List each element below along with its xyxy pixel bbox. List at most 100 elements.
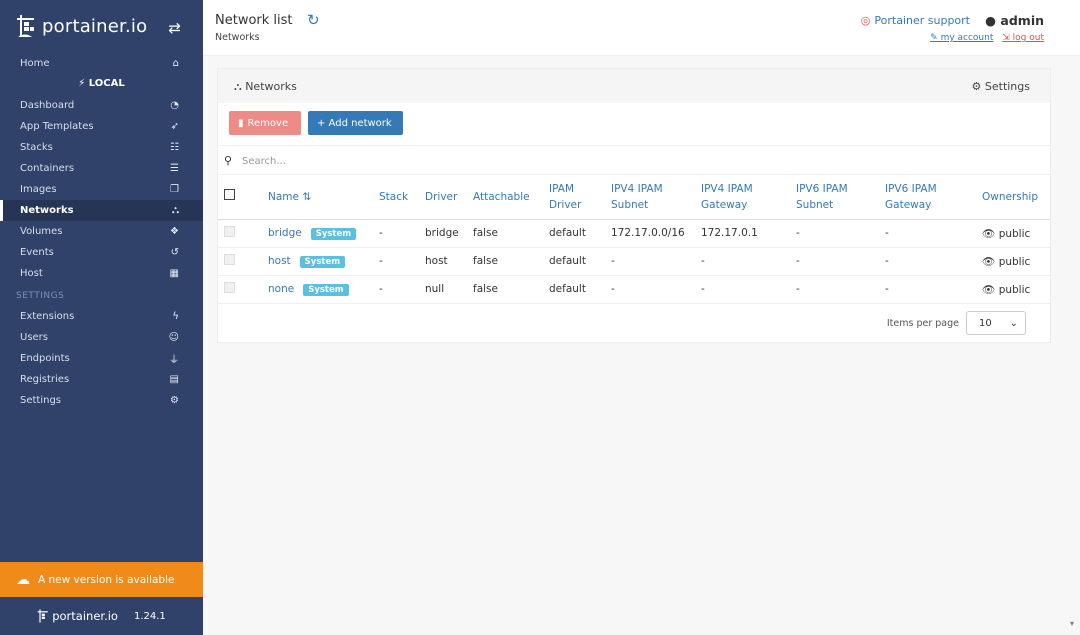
sitemap-icon: ⛬ [172,205,179,216]
row-checkbox[interactable] [224,282,235,293]
sidebar-item-users[interactable]: Users ☺ [0,327,203,348]
ipam-driver-cell: default [545,247,607,276]
row-select-cell [218,219,264,248]
search-bar: ⚲ [218,145,1050,175]
name-cell: bridge System [264,219,375,248]
brand-logo[interactable]: portainer.io ⇄ [0,0,203,52]
cogs-icon: ⚙ [170,395,179,406]
ipv4-subnet-cell: - [607,275,697,304]
server-icon: ☰ [170,163,179,174]
col-header-attachable[interactable]: Attachable [469,175,545,220]
items-per-page-select[interactable]: 10 ⌄ [966,311,1026,335]
chevron-down-icon: ⌄ [1009,317,1018,329]
trash-icon: ▮ [238,117,244,129]
sidebar-item-containers[interactable]: Containers ☰ [0,158,203,179]
eye-icon: 👁 [982,255,996,268]
rocket-icon: ➶ [170,121,179,132]
sidebar-item-label: Dashboard [20,100,75,111]
col-header-stack[interactable]: Stack [375,175,421,220]
cubes-icon: ❖ [170,226,179,237]
col-header-ownership[interactable]: Ownership [978,175,1050,220]
attachable-cell: false [469,247,545,276]
sidebar-item-host[interactable]: Host ▦ [0,263,203,284]
ipv6-subnet-cell: - [792,219,881,248]
col-header-ipv6-gateway[interactable]: IPV6 IPAM Gateway [881,175,978,220]
system-badge: System [303,283,349,296]
network-name-link[interactable]: none [268,283,294,295]
driver-cell: bridge [421,219,469,248]
sidebar-item-app-templates[interactable]: App Templates ➶ [0,116,203,137]
scroll-down-arrow-icon[interactable]: ▾ [1070,619,1074,628]
network-name-link[interactable]: bridge [268,227,302,239]
row-checkbox[interactable] [224,226,235,237]
remove-button[interactable]: ▮ Remove [229,111,301,135]
sidebar-footer: portainer.io 1.24.1 [0,597,203,635]
update-notice[interactable]: ☁ A new version is available [0,562,203,597]
networks-table: Name ⇅ Stack Driver Attachable IPAM Driv… [218,175,1050,304]
col-header-ipam-driver[interactable]: IPAM Driver [545,175,607,220]
col-header-ipv6-subnet[interactable]: IPV6 IPAM Subnet [792,175,881,220]
sidebar-item-label: Endpoints [20,353,70,364]
network-name-link[interactable]: host [268,255,291,267]
database-icon: ▤ [169,374,179,385]
sidebar-item-endpoints[interactable]: Endpoints ⏚ [0,348,203,369]
refresh-icon[interactable]: ↻ [307,11,320,29]
sidebar-item-home[interactable]: Home ⌂ [0,53,203,74]
sidebar-item-networks[interactable]: Networks ⛬ [0,200,203,221]
gear-icon: ⚙ [971,80,982,93]
sidebar-item-label: Home [20,58,50,69]
col-header-ipv4-subnet[interactable]: IPV4 IPAM Subnet [607,175,697,220]
log-out-link[interactable]: ⇲ log out [1002,33,1044,43]
user-circle-icon: ● [985,13,997,28]
table-row: host System - host false default - - - - … [218,247,1050,276]
sidebar-item-label: Host [20,268,43,279]
sidebar-item-dashboard[interactable]: Dashboard ◔ [0,95,203,116]
user-name: ● admin [985,13,1044,28]
search-input[interactable] [242,152,642,170]
sort-icon: ⇅ [302,190,312,203]
settings-header: SETTINGS [16,291,65,301]
stack-cell: - [375,219,421,248]
sidebar-item-stacks[interactable]: Stacks ☷ [0,137,203,158]
ipv4-gateway-cell: - [697,275,792,304]
panel-header: ⛬ Networks ⚙ Settings [218,69,1050,103]
my-account-link[interactable]: ✎ my account [930,33,993,43]
sidebar-item-label: Stacks [20,142,53,153]
ipam-driver-cell: default [545,219,607,248]
portainer-logo-icon [17,15,34,37]
ipv4-gateway-cell: 172.17.0.1 [697,219,792,248]
top-header: Network list ↻ Networks ◎ Portainer suppo… [203,0,1080,56]
pagination-control: Items per page 10 ⌄ [887,311,1026,335]
sidebar-item-label: Extensions [20,311,75,322]
sidebar-item-events[interactable]: Events ↺ [0,242,203,263]
table-settings-button[interactable]: ⚙ Settings [972,80,1031,93]
support-link[interactable]: ◎ Portainer support [861,14,970,27]
sidebar-item-extensions[interactable]: Extensions ϟ [0,306,203,327]
sidebar-item-registries[interactable]: Registries ▤ [0,369,203,390]
ipv4-subnet-cell: 172.17.0.0/16 [607,219,697,248]
account-links: ✎ my account ⇲ log out [930,33,1044,43]
ipv6-subnet-cell: - [792,247,881,276]
sign-out-icon: ⇲ [1002,33,1010,43]
ipv4-gateway-cell: - [697,247,792,276]
add-network-button[interactable]: + Add network [308,111,403,135]
sidebar-item-settings[interactable]: Settings ⚙ [0,390,203,411]
ipv6-gateway-cell: - [881,219,978,248]
plug-icon: ⚡ [78,78,86,89]
bolt-icon: ϟ [172,311,179,322]
sidebar-item-images[interactable]: Images ❐ [0,179,203,200]
exchange-icon[interactable]: ⇄ [168,19,181,37]
th-list-icon: ☷ [170,142,179,153]
col-header-name[interactable]: Name ⇅ [264,175,375,220]
col-header-ipv4-gateway[interactable]: IPV4 IPAM Gateway [697,175,792,220]
table-row: none System - null false default - - - - … [218,275,1050,304]
select-all-checkbox[interactable] [224,188,235,200]
row-checkbox[interactable] [224,254,235,265]
ipv4-subnet-cell: - [607,247,697,276]
items-per-page-label: Items per page [886,317,959,329]
sidebar-item-label: Settings [20,395,62,406]
version-label: 1.24.1 [133,610,166,622]
tachometer-icon: ◔ [170,100,179,111]
sidebar-item-volumes[interactable]: Volumes ❖ [0,221,203,242]
col-header-driver[interactable]: Driver [421,175,469,220]
